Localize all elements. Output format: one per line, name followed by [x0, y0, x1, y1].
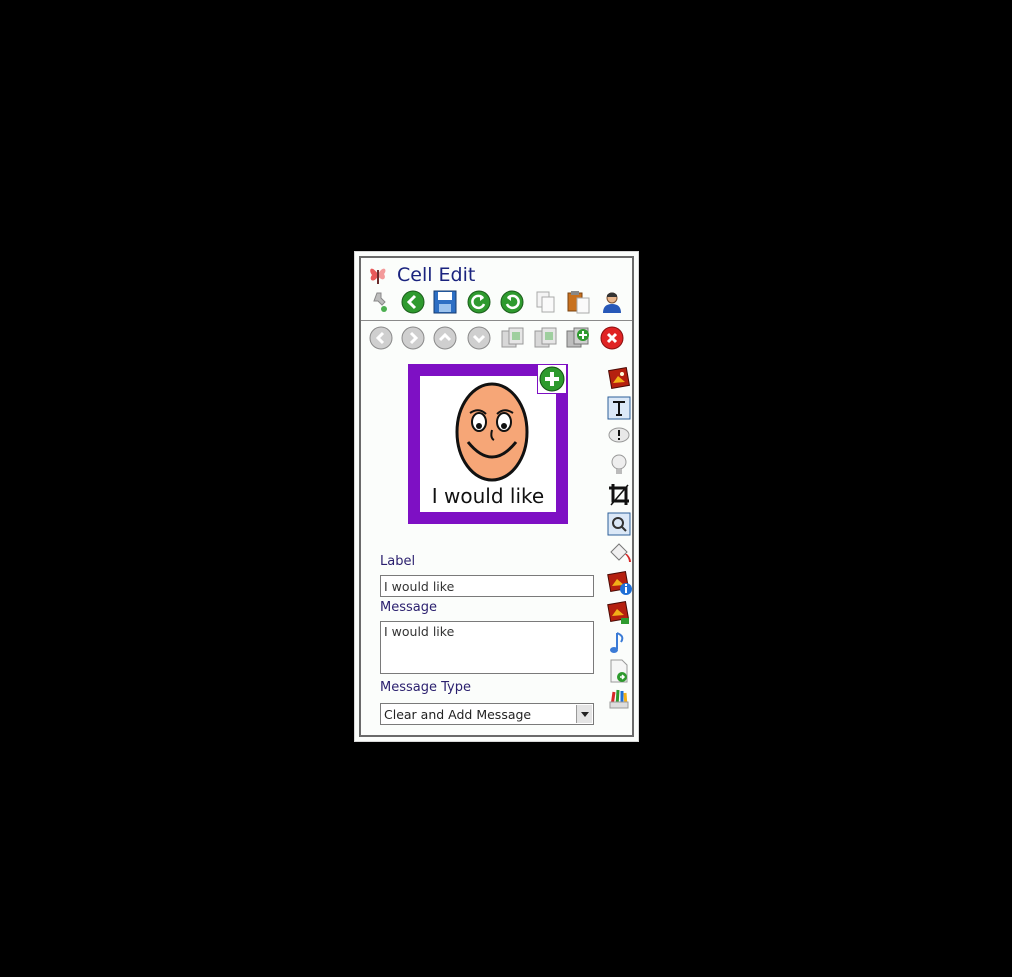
cell-preview-canvas: I would like — [420, 376, 556, 512]
image-info-icon[interactable] — [607, 570, 633, 600]
message-textarea[interactable]: I would like — [380, 621, 594, 674]
message-field-title: Message — [380, 600, 437, 615]
paste-icon[interactable] — [566, 290, 592, 314]
cell-edit-frame: Cell Edit I would like Label I would lik… — [359, 256, 634, 737]
fill-icon[interactable] — [607, 540, 633, 570]
image-swap-icon[interactable] — [607, 600, 633, 630]
cells-icon[interactable] — [500, 326, 526, 350]
redo-icon[interactable] — [500, 290, 524, 314]
toolbar-separator — [361, 320, 632, 321]
window-title: Cell Edit — [397, 264, 476, 286]
color-pencils-icon[interactable] — [607, 686, 631, 714]
save-icon[interactable] — [433, 290, 457, 314]
undo-icon[interactable] — [467, 290, 491, 314]
image-icon[interactable] — [607, 366, 631, 394]
nav-left-icon[interactable] — [369, 326, 393, 350]
cell-edit-panel: Cell Edit I would like Label I would lik… — [354, 251, 639, 742]
copy-icon[interactable] — [534, 290, 558, 314]
nav-up-icon[interactable] — [433, 326, 457, 350]
message-type-select[interactable]: Clear and Add Message — [380, 703, 594, 725]
lightbulb-icon[interactable] — [607, 452, 631, 482]
add-icon — [539, 366, 565, 392]
cells-add-icon[interactable] — [565, 326, 591, 350]
cells-copy-icon[interactable] — [533, 326, 559, 350]
butterfly-icon — [367, 262, 389, 286]
add-symbol-button[interactable] — [537, 364, 567, 394]
chevron-down-icon[interactable] — [576, 705, 592, 723]
text-icon[interactable] — [607, 396, 631, 424]
back-icon[interactable] — [401, 290, 425, 314]
nav-right-icon[interactable] — [401, 326, 425, 350]
nav-down-icon[interactable] — [467, 326, 491, 350]
image-search-icon[interactable] — [607, 512, 631, 540]
label-input[interactable] — [380, 575, 594, 597]
wrench-icon[interactable] — [371, 290, 393, 314]
label-field-title: Label — [380, 554, 416, 569]
music-note-icon[interactable] — [607, 630, 631, 660]
user-icon[interactable] — [601, 290, 623, 314]
close-icon[interactable] — [600, 326, 624, 350]
crop-icon[interactable] — [607, 482, 631, 512]
cell-label-text: I would like — [431, 484, 545, 508]
document-icon[interactable] — [607, 658, 631, 688]
speech-bubble-icon[interactable] — [607, 424, 631, 452]
happy-face-symbol — [455, 382, 529, 482]
message-type-value: Clear and Add Message — [384, 707, 532, 722]
message-type-title: Message Type — [380, 680, 471, 695]
